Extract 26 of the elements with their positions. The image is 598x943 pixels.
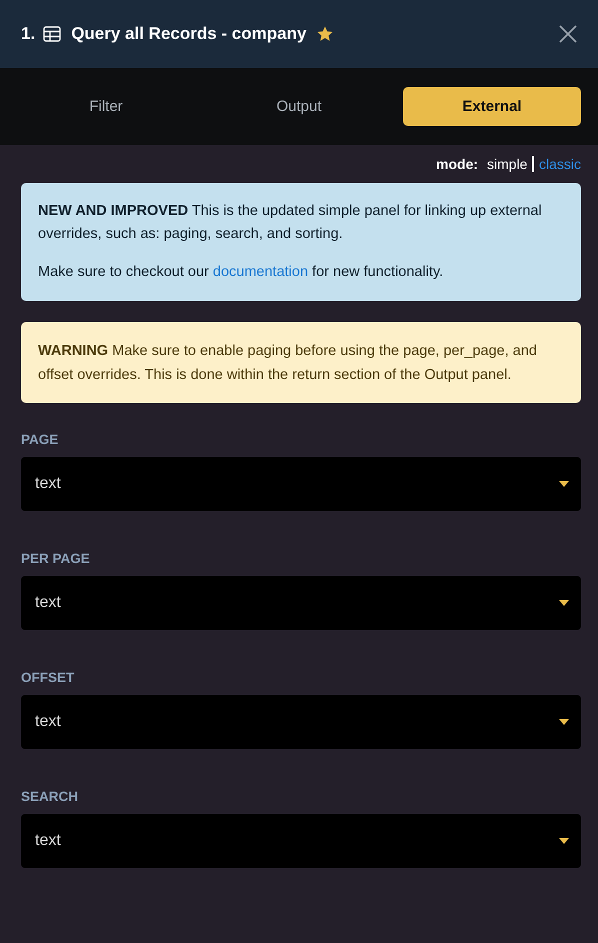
caret-icon [559,838,569,844]
select-field[interactable]: text [21,814,581,868]
select-field[interactable]: text [21,457,581,511]
star-icon[interactable] [316,25,334,43]
mode-label: mode: [436,156,478,172]
info-text: Make sure to checkout our documentation for new functionality. [38,263,444,282]
select-field[interactable]: text [21,695,581,749]
close-icon[interactable] [559,25,577,43]
table-icon [43,26,62,42]
mode-option[interactable]: classic [538,156,581,172]
mode-option[interactable]: simple [487,156,528,172]
caret-icon [559,600,569,606]
field-label: PAGE [21,432,58,447]
tab[interactable]: External [403,87,581,126]
panel-title: Query all Records - company [71,24,306,44]
tab[interactable]: Filter [17,87,195,126]
field-label: PER PAGE [21,551,90,566]
caret-icon [559,481,569,487]
warning-text: WARNING Make sure to enable paging before using the page, per_page, and offset overrides. This is done within the return section of the Output panel. [38,342,538,385]
caret-icon [559,719,569,725]
field-label: OFFSET [21,670,74,685]
field-label: SEARCH [21,789,78,804]
step-number: 1. [21,24,36,44]
info-text: NEW AND IMPROVED This is the updated simple panel for linking up external overrides, such as: paging, search, and sorting. [38,202,543,244]
select-field[interactable]: text [21,576,581,630]
tab[interactable]: Output [210,87,388,126]
